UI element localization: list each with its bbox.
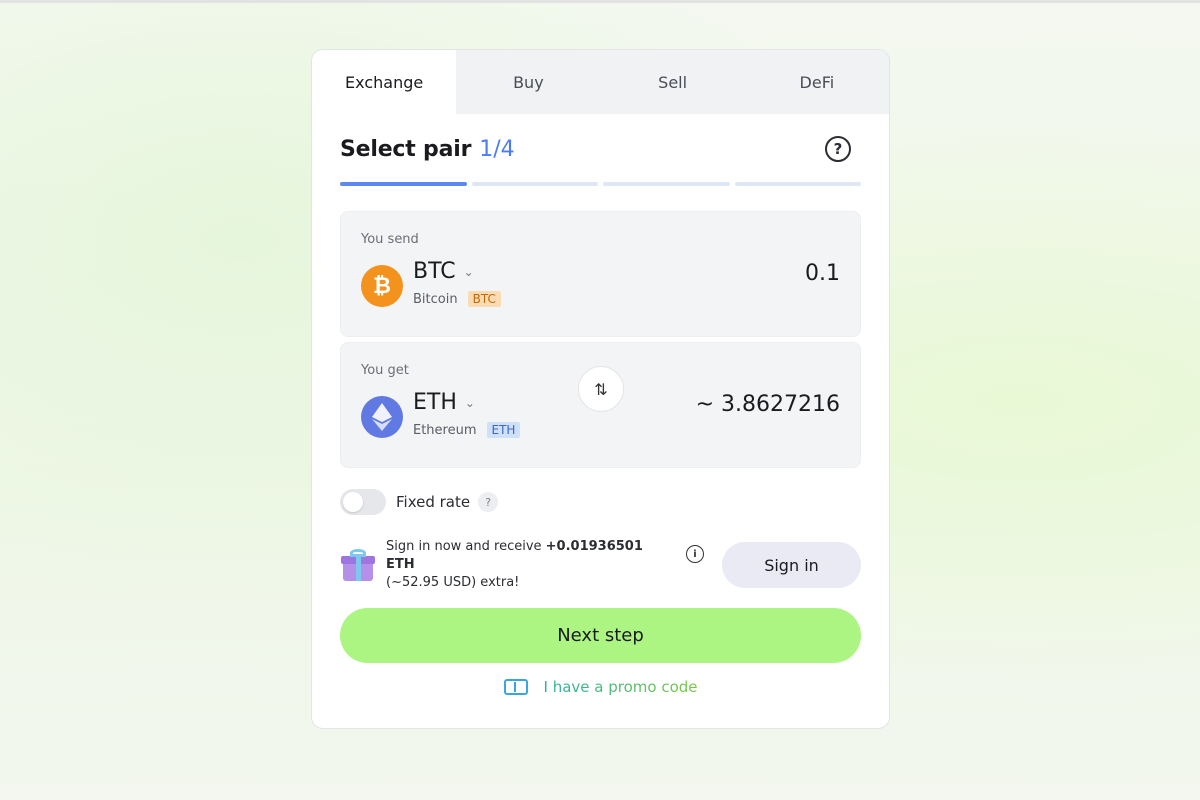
- ticket-icon: [503, 679, 528, 695]
- bitcoin-icon: ₿: [361, 265, 403, 307]
- ethereum-diamond: [372, 403, 392, 431]
- get-coin-sub: Ethereum ETH: [413, 422, 521, 438]
- send-amount-input[interactable]: 0.1: [805, 261, 840, 286]
- send-coin-sub: Bitcoin BTC: [413, 291, 501, 307]
- send-label: You send: [361, 232, 419, 247]
- tab-exchange[interactable]: Exchange: [312, 50, 457, 114]
- step-header: Select pair 1/4 ?: [340, 114, 861, 184]
- send-coin-selector[interactable]: BTC ⌄ Bitcoin BTC: [413, 259, 501, 307]
- exchange-widget: Exchange Buy Sell DeFi Select pair 1/4 ?…: [311, 49, 890, 729]
- progress-segment: [340, 182, 467, 186]
- ethereum-icon: [361, 396, 403, 438]
- send-ticker[interactable]: BTC: [413, 259, 456, 284]
- step-progress-bar: [340, 182, 861, 186]
- chevron-down-icon[interactable]: ⌄: [464, 265, 474, 279]
- sign-in-button[interactable]: Sign in: [722, 542, 861, 588]
- gift-icon: [340, 547, 376, 583]
- question-circle-icon[interactable]: ?: [825, 136, 851, 162]
- fixed-rate-row: Fixed rate ?: [340, 487, 861, 517]
- get-coin-selector[interactable]: ETH ⌄ Ethereum ETH: [413, 390, 521, 438]
- top-border: [0, 0, 1200, 3]
- send-ticker-row: BTC ⌄: [413, 259, 501, 284]
- step-counter: 1/4: [479, 136, 515, 162]
- progress-segment: [603, 182, 730, 186]
- signin-promo-row: Sign in now and receive +0.01936501 ETH …: [340, 538, 861, 592]
- tab-bar: Exchange Buy Sell DeFi: [312, 50, 889, 114]
- get-ticker[interactable]: ETH: [413, 390, 457, 415]
- fixed-rate-help-icon[interactable]: ?: [478, 492, 499, 512]
- info-icon[interactable]: i: [686, 545, 704, 563]
- get-ticker-row: ETH ⌄: [413, 390, 520, 415]
- next-step-button[interactable]: Next step: [340, 608, 861, 663]
- widget-content: Select pair 1/4 ? You send ₿ BTC ⌄ Bitco: [312, 114, 889, 696]
- progress-segment: [734, 182, 861, 186]
- progress-segment: [471, 182, 598, 186]
- send-coin-row: ₿ BTC ⌄ Bitcoin BTC 0.1: [361, 259, 840, 307]
- step-title: Select pair: [340, 136, 472, 162]
- tab-sell[interactable]: Sell: [601, 50, 745, 114]
- get-coin-name: Ethereum: [413, 422, 477, 438]
- fixed-rate-toggle[interactable]: [340, 489, 386, 515]
- signin-text-prefix: Sign in now and receive: [386, 539, 546, 554]
- toggle-knob: [343, 492, 363, 512]
- signin-promo-text: Sign in now and receive +0.01936501 ETH …: [386, 538, 676, 592]
- send-panel: You send ₿ BTC ⌄ Bitcoin BTC 0.1: [340, 211, 861, 337]
- tab-buy[interactable]: Buy: [456, 50, 600, 114]
- signin-text-line2: (~52.95 USD) extra!: [386, 575, 520, 590]
- tab-defi[interactable]: DeFi: [745, 50, 889, 114]
- send-network-badge: BTC: [467, 291, 501, 307]
- chevron-down-icon[interactable]: ⌄: [465, 396, 475, 410]
- send-coin-name: Bitcoin: [413, 291, 458, 307]
- get-amount: ~ 3.8627216: [695, 392, 840, 417]
- swap-arrows-icon[interactable]: ⇅: [578, 366, 624, 412]
- promo-code-link[interactable]: I have a promo code: [340, 678, 861, 696]
- promo-code-label[interactable]: I have a promo code: [544, 678, 698, 696]
- fixed-rate-label: Fixed rate: [396, 493, 471, 511]
- get-network-badge: ETH: [486, 422, 521, 438]
